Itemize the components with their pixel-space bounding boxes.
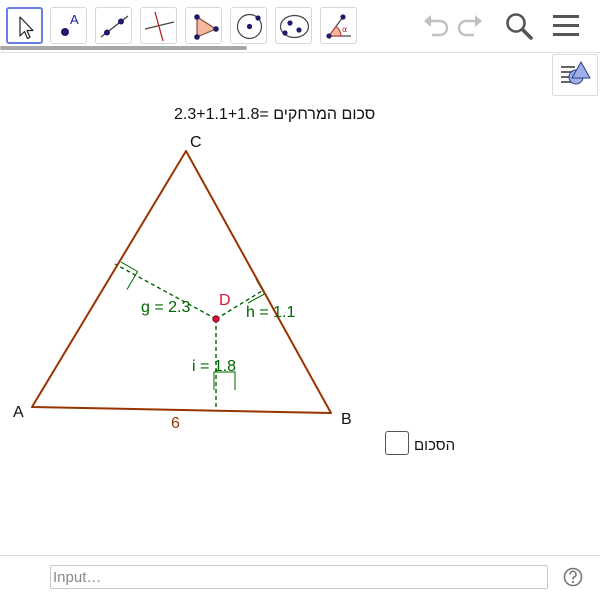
- menu-icon[interactable]: [552, 10, 580, 40]
- conic-tool-button[interactable]: [275, 7, 312, 44]
- search-icon[interactable]: [503, 10, 535, 42]
- point-tool-letter: A: [70, 12, 79, 27]
- label-c: C: [190, 134, 202, 151]
- toolbar-scrollbar[interactable]: [0, 46, 247, 50]
- redo-icon[interactable]: [456, 10, 486, 40]
- sum-checkbox-label: הסכום: [414, 437, 456, 454]
- label-d: D: [219, 292, 231, 309]
- move-tool-button[interactable]: [6, 7, 43, 44]
- undo-icon[interactable]: [420, 10, 450, 40]
- line-tool-button[interactable]: [95, 7, 132, 44]
- label-g: g = 2.3: [141, 299, 191, 316]
- point-icon: A: [61, 12, 79, 36]
- angle-icon: α: [326, 14, 351, 39]
- style-bar-icon: [561, 60, 591, 85]
- perpendicular-line-tool-button[interactable]: [140, 7, 177, 44]
- input-bar[interactable]: [50, 565, 548, 589]
- sum-of-distances-text: סכום המרחקים =2.3+1.1+1.8: [174, 106, 376, 123]
- input-divider: [0, 555, 600, 556]
- circle-tool-button[interactable]: [230, 7, 267, 44]
- line-icon: [100, 15, 129, 38]
- point-tool-button[interactable]: A: [50, 7, 87, 44]
- sum-checkbox[interactable]: [385, 431, 409, 455]
- point-d[interactable]: [212, 315, 220, 323]
- side-ab-length: 6: [171, 415, 180, 432]
- polygon-tool-button[interactable]: [185, 7, 222, 44]
- graphics-view[interactable]: C A B D g = 2.3 h = 1.1 i = 1.8 6: [0, 53, 600, 555]
- label-h: h = 1.1: [246, 304, 296, 321]
- triangle-abc[interactable]: [31, 150, 332, 414]
- ellipse-icon: [279, 14, 310, 39]
- angle-tool-letter: α: [342, 25, 347, 34]
- circle-icon: [236, 13, 263, 40]
- label-a: A: [13, 404, 24, 421]
- angle-tool-button[interactable]: α: [320, 7, 357, 44]
- label-i: i = 1.8: [192, 358, 237, 375]
- label-b: B: [341, 411, 352, 428]
- polygon-icon: [194, 14, 219, 40]
- toolbar: A α: [0, 0, 600, 52]
- right-angle-marker-h: [247, 278, 266, 304]
- construction-drawing: [31, 150, 332, 414]
- right-angle-marker-g: [120, 261, 139, 290]
- help-icon[interactable]: [563, 567, 583, 587]
- style-bar-toggle[interactable]: [552, 54, 598, 96]
- arrow-pointer-icon: [19, 16, 34, 40]
- perpendicular-icon: [144, 11, 175, 42]
